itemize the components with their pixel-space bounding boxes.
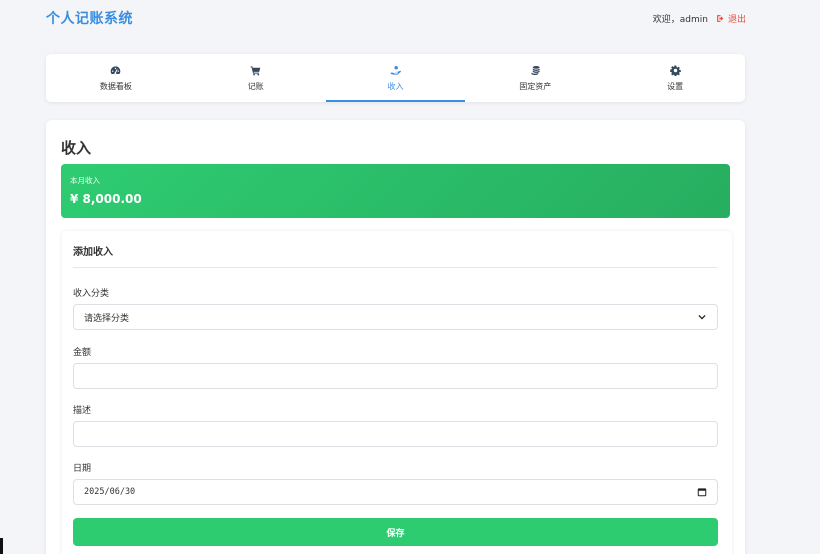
logout-button[interactable]: 退出 [716, 12, 746, 25]
welcome-text: 欢迎，admin [652, 14, 708, 25]
chevron-down-icon [698, 314, 706, 320]
tab-dashboard-label: 数据看板 [99, 81, 132, 91]
user-area: 欢迎，admin 退出 [653, 12, 746, 25]
category-label: 收入分类 [73, 289, 110, 299]
form-divider [73, 267, 718, 268]
monthly-income-value: ¥ 8,000.00 [70, 192, 142, 206]
description-input[interactable] [73, 421, 718, 447]
date-label: 日期 [73, 464, 92, 474]
monthly-income-card: 本月收入 ¥ 8,000.00 [61, 164, 730, 218]
tab-bookkeeping-label: 记账 [247, 81, 264, 91]
tab-dashboard[interactable]: 数据看板 [46, 54, 186, 102]
form-title: 添加收入 [73, 247, 113, 258]
monthly-income-label: 本月收入 [70, 176, 100, 185]
date-input[interactable]: 2025/06/30 [73, 479, 718, 505]
amount-input[interactable] [73, 363, 718, 389]
logout-label: 退出 [727, 14, 746, 25]
page-title: 收入 [61, 139, 92, 157]
main-nav: 数据看板 记账 收入 固定资产 设置 [46, 54, 745, 102]
app-header: 个人记账系统 欢迎，admin 退出 [46, 0, 746, 36]
gear-icon [669, 64, 681, 76]
tab-fixed-assets[interactable]: 固定资产 [465, 54, 605, 102]
tab-settings[interactable]: 设置 [605, 54, 745, 102]
amount-label: 金额 [73, 348, 92, 358]
tab-income-label: 收入 [387, 81, 404, 91]
save-button[interactable]: 保存 [73, 518, 718, 546]
tab-income[interactable]: 收入 [325, 54, 466, 102]
tab-bookkeeping[interactable]: 记账 [186, 54, 326, 102]
tab-fixed-assets-label: 固定资产 [519, 81, 552, 91]
add-income-form: 添加收入 收入分类 请选择分类 金额 描述 日期 2025/06/30 保存 [62, 231, 732, 554]
tab-settings-label: 设置 [667, 81, 684, 91]
date-input-value: 2025/06/30 [84, 487, 136, 497]
hand-holding-money-icon [390, 65, 401, 75]
sign-out-icon [717, 14, 724, 22]
calendar-icon[interactable] [697, 487, 707, 497]
income-panel: 收入 本月收入 ¥ 8,000.00 添加收入 收入分类 请选择分类 金额 描述… [46, 120, 745, 554]
coins-icon [531, 65, 540, 75]
dashboard-icon [111, 65, 121, 74]
cart-icon [250, 65, 261, 75]
category-select-value: 请选择分类 [84, 313, 130, 324]
app-title: 个人记账系统 [46, 11, 133, 27]
category-select[interactable]: 请选择分类 [73, 304, 718, 330]
description-label: 描述 [73, 406, 92, 416]
window-edge-marker [0, 538, 3, 554]
